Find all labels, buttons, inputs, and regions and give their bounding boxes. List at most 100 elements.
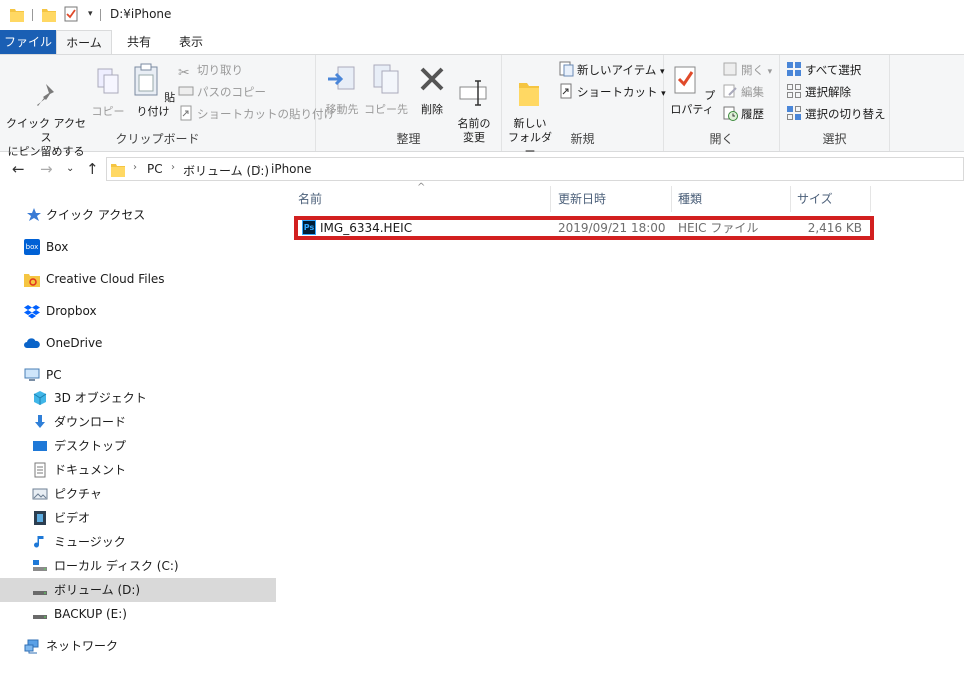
sidebar-item-backup-e[interactable]: BACKUP (E:) bbox=[0, 602, 278, 626]
sidebar-item-label: ピクチャ bbox=[54, 487, 102, 501]
sidebar-item-music[interactable]: ミュージック bbox=[0, 530, 278, 554]
up-arrow-icon[interactable]: ↑ bbox=[86, 160, 99, 178]
sidebar-item-pc[interactable]: PC bbox=[0, 363, 278, 387]
column-divider[interactable] bbox=[550, 186, 551, 212]
column-header-size[interactable]: サイズ bbox=[797, 186, 833, 212]
clipboard-group-label: クリップボード bbox=[115, 132, 200, 146]
copy-path-button[interactable]: パスのコピー bbox=[178, 82, 266, 102]
sidebar-item-label: BACKUP (E:) bbox=[54, 607, 127, 621]
sidebar-item-pictures[interactable]: ピクチャ bbox=[0, 482, 278, 506]
chevron-right-icon[interactable]: › bbox=[133, 162, 137, 173]
pictures-icon bbox=[32, 488, 48, 500]
sidebar-item-videos[interactable]: ビデオ bbox=[0, 506, 278, 530]
paste-button[interactable]: 貼り付け bbox=[130, 63, 176, 119]
local-disk-icon bbox=[33, 560, 47, 571]
tab-view[interactable]: 表示 bbox=[166, 30, 216, 54]
open-group-label: 開く bbox=[709, 132, 734, 146]
sidebar-item-downloads[interactable]: ダウンロード bbox=[0, 410, 278, 434]
sidebar-item-3d-objects[interactable]: 3D オブジェクト bbox=[0, 386, 278, 410]
column-header-name[interactable]: 名前 bbox=[298, 186, 322, 212]
cut-button[interactable]: ✂ 切り取り bbox=[178, 60, 243, 81]
tab-file[interactable]: ファイル bbox=[0, 30, 56, 54]
file-name: IMG_6334.HEIC bbox=[320, 221, 413, 235]
sidebar-item-label: クイック アクセス bbox=[46, 208, 146, 222]
breadcrumb-iphone[interactable]: iPhone bbox=[271, 162, 312, 176]
select-group-label: 選択 bbox=[822, 132, 847, 146]
back-arrow-icon[interactable]: ← bbox=[12, 160, 25, 178]
quick-access-toolbar-dropdown-icon[interactable]: ▾ bbox=[88, 9, 93, 19]
sidebar-item-local-disk-c[interactable]: ローカル ディスク (C:) bbox=[0, 554, 278, 578]
edit-label: 編集 bbox=[741, 85, 764, 99]
sidebar-item-creative-cloud[interactable]: Creative Cloud Files bbox=[0, 267, 278, 291]
column-header-type[interactable]: 種類 bbox=[678, 186, 702, 212]
open-label: 開く bbox=[741, 63, 764, 77]
sidebar-item-onedrive[interactable]: OneDrive bbox=[0, 331, 278, 355]
sidebar-item-desktop[interactable]: デスクトップ bbox=[0, 434, 278, 458]
sidebar-item-documents[interactable]: ドキュメント bbox=[0, 458, 278, 482]
copy-to-button[interactable]: コピー先 bbox=[364, 63, 408, 117]
new-folder-icon[interactable] bbox=[42, 6, 56, 22]
folder-icon bbox=[10, 9, 24, 22]
sidebar-item-label: ボリューム (D:) bbox=[54, 583, 141, 597]
paste-shortcut-button[interactable]: ショートカットの貼り付け bbox=[178, 104, 335, 124]
sidebar-item-dropbox[interactable]: Dropbox bbox=[0, 299, 278, 323]
ribbon-tabs: ファイル ホーム 共有 表示 bbox=[0, 30, 964, 54]
file-size: 2,416 KB bbox=[807, 221, 862, 235]
delete-x-icon bbox=[420, 67, 444, 91]
edit-icon bbox=[722, 83, 738, 99]
properties-big-icon bbox=[674, 66, 696, 94]
sidebar-item-network[interactable]: ネットワーク bbox=[0, 634, 278, 658]
column-divider[interactable] bbox=[671, 186, 672, 212]
video-icon bbox=[34, 511, 46, 525]
table-row[interactable]: Ps IMG_6334.HEIC 2019/09/21 18:00 HEIC フ… bbox=[294, 216, 874, 240]
sidebar-item-label: ビデオ bbox=[54, 511, 91, 525]
new-item-icon bbox=[558, 61, 574, 77]
address-bar[interactable]: › PC › ボリューム (D:) › iPhone bbox=[106, 157, 964, 181]
select-group: すべて選択 選択解除 選択の切り替え 選択 bbox=[780, 55, 890, 151]
invert-selection-button[interactable]: 選択の切り替え bbox=[786, 104, 886, 124]
copy-button[interactable]: コピー bbox=[90, 67, 126, 119]
new-item-button[interactable]: 新しいアイテム ▾ bbox=[558, 60, 665, 80]
delete-button[interactable]: 削除 bbox=[414, 63, 450, 117]
sidebar-item-label: ローカル ディスク (C:) bbox=[54, 559, 179, 573]
open-button[interactable]: 開く ▾ bbox=[722, 60, 772, 80]
properties-button[interactable]: プロパティ bbox=[666, 63, 718, 117]
sidebar-item-box[interactable]: box Box bbox=[0, 235, 278, 259]
tab-home[interactable]: ホーム bbox=[56, 30, 112, 54]
copy-path-label: パスのコピー bbox=[197, 85, 266, 99]
breadcrumb-pc[interactable]: PC bbox=[147, 162, 163, 176]
sidebar-item-volume-d[interactable]: ボリューム (D:) bbox=[0, 578, 276, 602]
column-divider[interactable] bbox=[870, 186, 871, 212]
sidebar-item-quick-access[interactable]: クイック アクセス bbox=[0, 203, 278, 227]
3d-objects-icon bbox=[33, 391, 47, 405]
recent-locations-chevron-icon[interactable]: ⌄ bbox=[66, 163, 74, 174]
star-icon bbox=[27, 208, 41, 221]
sidebar-item-label: 3D オブジェクト bbox=[54, 391, 147, 405]
chevron-right-icon[interactable]: › bbox=[171, 162, 175, 173]
navigation-pane: クイック アクセス box Box Creative Cloud Files D… bbox=[0, 186, 278, 686]
chevron-right-icon[interactable]: › bbox=[257, 162, 261, 173]
delete-label: 削除 bbox=[421, 103, 443, 116]
select-none-button[interactable]: 選択解除 bbox=[786, 82, 851, 102]
select-all-button[interactable]: すべて選択 bbox=[786, 60, 861, 80]
file-list: ^ 名前 更新日時 種類 サイズ Ps IMG_6334.HEIC 2019/0… bbox=[278, 182, 964, 686]
copy-to-icon bbox=[373, 64, 399, 94]
rename-icon bbox=[459, 80, 487, 106]
drive-icon bbox=[33, 615, 47, 619]
new-folder-big-icon bbox=[519, 83, 539, 106]
column-header-date[interactable]: 更新日時 bbox=[558, 186, 606, 212]
history-button[interactable]: 履歴 bbox=[722, 104, 764, 124]
edit-button[interactable]: 編集 bbox=[722, 82, 764, 102]
tab-share[interactable]: 共有 bbox=[114, 30, 164, 54]
new-group-label: 新規 bbox=[570, 132, 595, 146]
move-to-button[interactable]: 移動先 bbox=[320, 63, 364, 117]
box-icon: box bbox=[24, 239, 40, 255]
forward-arrow-icon[interactable]: → bbox=[40, 160, 53, 178]
copy-path-icon bbox=[178, 83, 194, 99]
column-divider[interactable] bbox=[790, 186, 791, 212]
properties-icon[interactable] bbox=[64, 6, 78, 22]
dropbox-icon bbox=[24, 305, 40, 319]
move-to-icon bbox=[328, 66, 355, 90]
move-to-label: 移動先 bbox=[325, 103, 359, 116]
easy-access-button[interactable]: ショートカット ▾ bbox=[558, 82, 666, 102]
